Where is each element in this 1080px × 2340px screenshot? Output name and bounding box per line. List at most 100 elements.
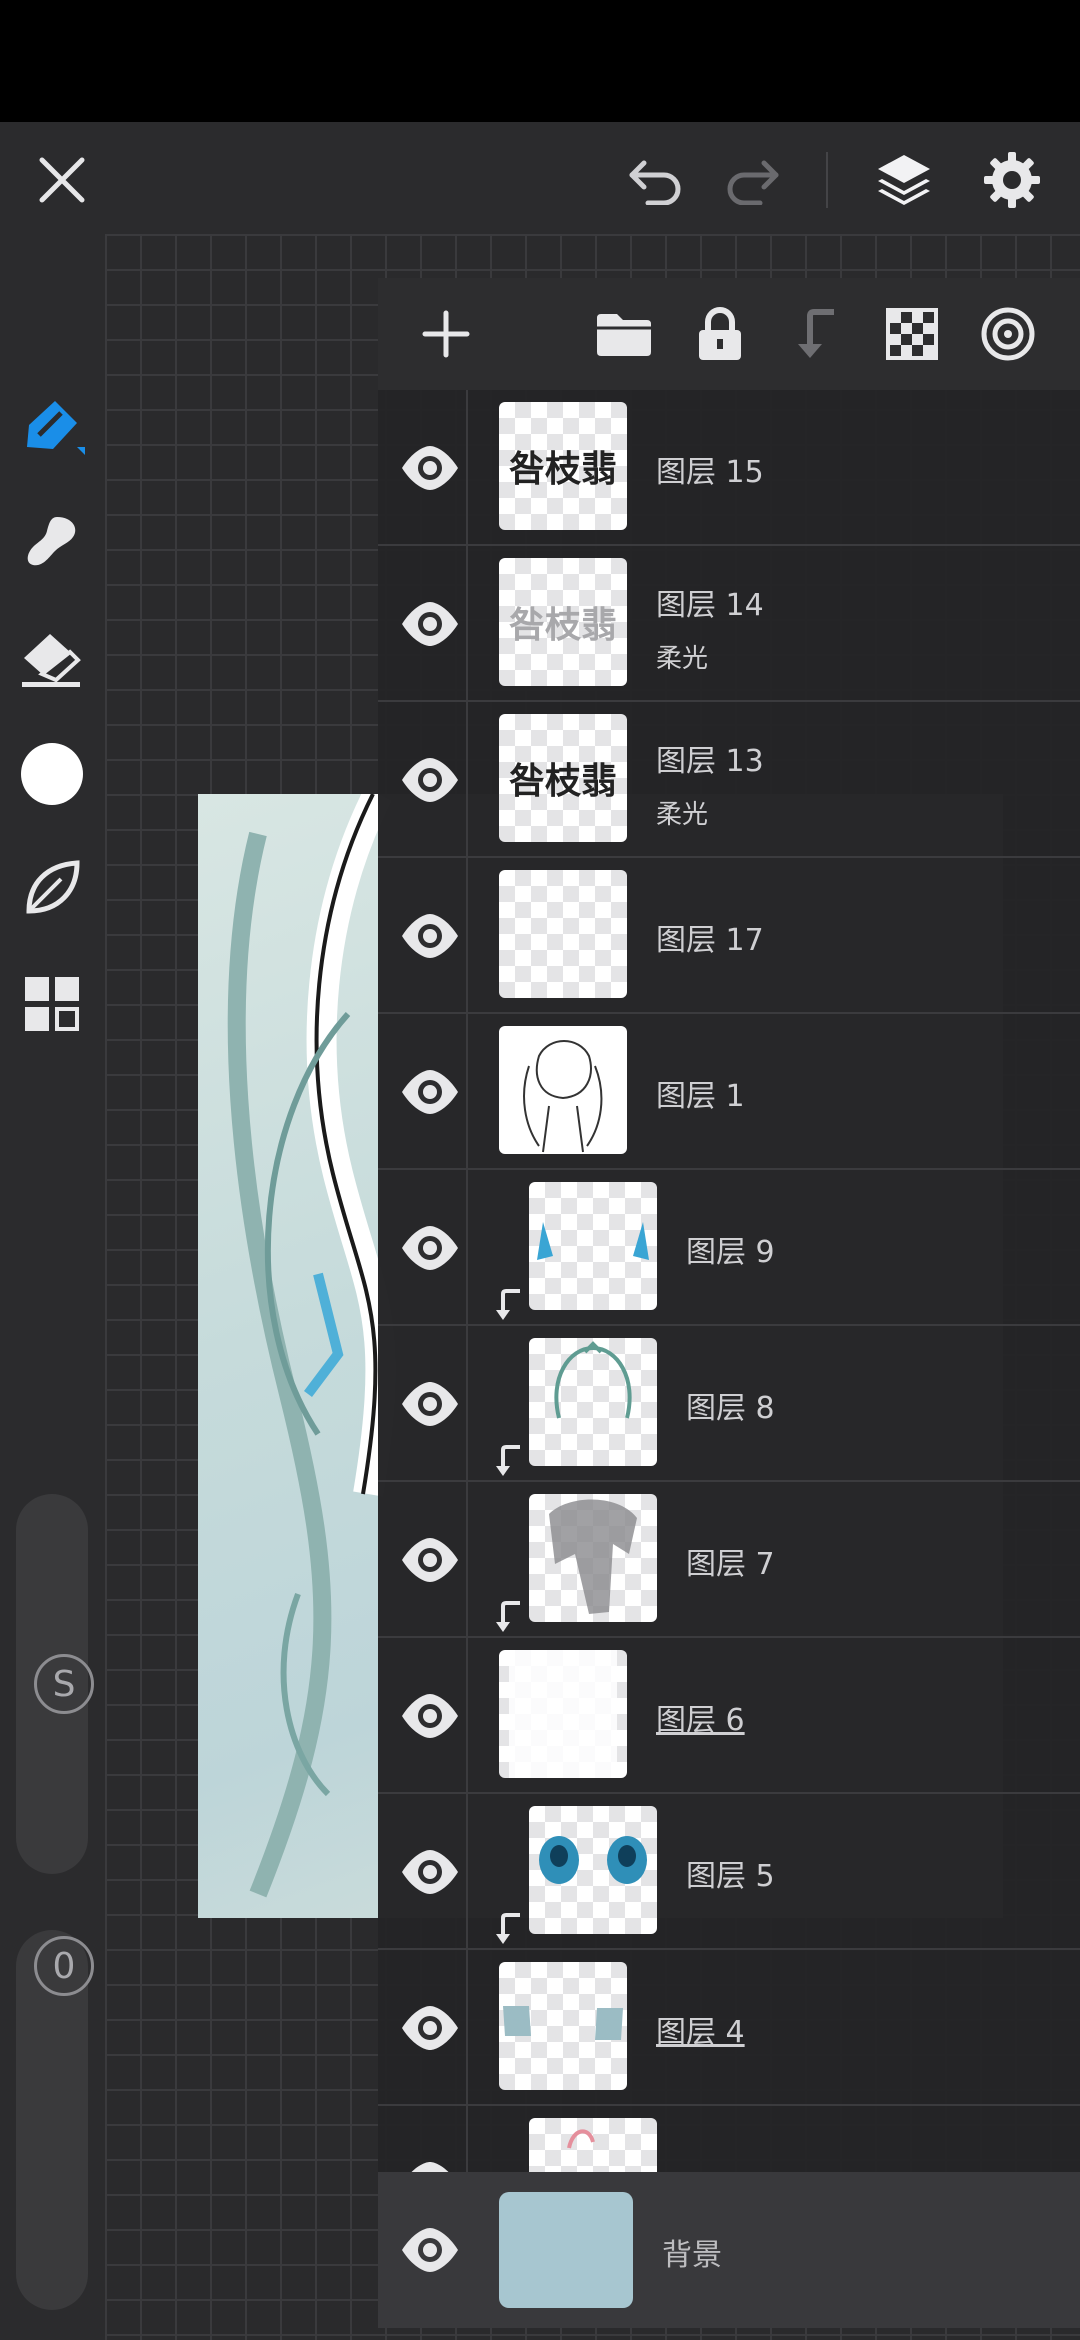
thumbnail-text: 咎枝翡 (508, 604, 617, 646)
clip-down-icon[interactable] (782, 300, 850, 368)
layer-thumbnail (499, 1962, 627, 2090)
close-icon[interactable] (30, 148, 94, 212)
layer-name: 图层 8 (686, 1391, 775, 1426)
clipping-arrow-icon (494, 1444, 524, 1478)
row-divider (466, 1014, 468, 1170)
visibility-eye-icon[interactable] (398, 2218, 462, 2282)
row-divider (466, 1326, 468, 1482)
clipping-arrow-icon (494, 1600, 524, 1634)
layer-row[interactable] (378, 2106, 1080, 2176)
size-label: S (34, 1654, 94, 1714)
visibility-eye-icon[interactable] (398, 1372, 462, 1436)
layer-row[interactable]: 咎枝翡 图层 13 柔光 (378, 702, 1080, 858)
row-divider (466, 1638, 468, 1794)
layer-row[interactable]: 图层 6 (378, 1638, 1080, 1794)
layer-name: 图层 4 (656, 2015, 745, 2050)
background-layer-row[interactable]: 背景 (378, 2172, 1080, 2328)
toolbar-divider (826, 152, 828, 208)
visibility-eye-icon[interactable] (398, 748, 462, 812)
layer-row[interactable]: 图层 9 (378, 1170, 1080, 1326)
row-divider (466, 702, 468, 858)
smudge-icon[interactable] (16, 506, 88, 578)
layers-icon[interactable] (870, 146, 938, 214)
thumbnail-text: 咎枝翡 (508, 448, 617, 490)
layer-row[interactable]: 咎枝翡 图层 15 (378, 390, 1080, 546)
layer-name: 图层 13 (656, 744, 764, 779)
blend-mode: 柔光 (656, 644, 709, 674)
settings-icon[interactable] (978, 146, 1046, 214)
thumbnail-text: 咎枝翡 (508, 760, 617, 802)
layer-list[interactable]: 咎枝翡 图层 15 咎枝翡 图层 14 柔光 咎枝翡 图层 13 柔光 图层 1… (378, 390, 1080, 2176)
row-divider (466, 2106, 468, 2176)
transparency-icon[interactable] (878, 300, 946, 368)
layer-thumbnail: 咎枝翡 (499, 714, 627, 842)
brush-size-slider[interactable]: S (16, 1494, 94, 1874)
row-divider (466, 1170, 468, 1326)
layer-name: 图层 15 (656, 455, 764, 490)
base-fill-thumbnail-icon (509, 1650, 617, 1778)
tool-rail: S 0 (0, 234, 105, 2340)
redo-icon[interactable] (720, 148, 784, 212)
layer-thumbnail (499, 1026, 627, 1154)
visibility-eye-icon[interactable] (398, 904, 462, 968)
brush-icon[interactable] (16, 394, 88, 466)
visibility-eye-icon[interactable] (398, 1684, 462, 1748)
accent-thumbnail-icon (567, 2129, 595, 2149)
clipping-arrow-icon (494, 1912, 524, 1946)
visibility-eye-icon[interactable] (398, 1840, 462, 1904)
blush-thumbnail-icon (503, 2006, 623, 2040)
status-bar (0, 0, 1080, 122)
layer-row[interactable]: 咎枝翡 图层 14 柔光 (378, 546, 1080, 702)
layer-name: 图层 5 (686, 1859, 775, 1894)
opacity-label: 0 (34, 1936, 94, 1996)
layer-row[interactable]: 图层 7 (378, 1482, 1080, 1638)
eye-color-thumbnail-icon (537, 1222, 649, 1260)
visibility-eye-icon[interactable] (398, 1216, 462, 1280)
row-divider (466, 1794, 468, 1950)
clipping-arrow-icon (494, 1288, 524, 1322)
layer-thumbnail (529, 2118, 657, 2176)
layer-row[interactable]: 图层 8 (378, 1326, 1080, 1482)
leaf-icon[interactable] (16, 852, 88, 924)
opacity-slider[interactable]: 0 (16, 1930, 94, 2310)
eraser-icon[interactable] (16, 622, 88, 694)
layer-thumbnail: 咎枝翡 (499, 402, 627, 530)
layer-thumbnail (529, 1182, 657, 1310)
current-color-swatch (21, 743, 83, 805)
visibility-eye-icon[interactable] (398, 1996, 462, 2060)
layer-row[interactable]: 图层 4 (378, 1950, 1080, 2106)
layer-row[interactable]: 图层 17 (378, 858, 1080, 1014)
layer-actions (378, 278, 1080, 390)
undo-icon[interactable] (624, 148, 688, 212)
layer-thumbnail (529, 1338, 657, 1466)
blend-mode: 柔光 (656, 800, 709, 830)
layer-name: 图层 7 (686, 1547, 775, 1582)
layer-thumbnail (499, 1650, 627, 1778)
target-icon[interactable] (974, 300, 1042, 368)
layer-name: 图层 9 (686, 1235, 775, 1270)
layer-thumbnail (529, 1494, 657, 1622)
drawing-app: S 0 咎枝翡 图层 15 咎枝翡 图层 14 柔光 咎枝翡 图层 13 柔光 … (0, 122, 1080, 2340)
visibility-eye-icon[interactable] (398, 592, 462, 656)
layer-row[interactable]: 图层 5 (378, 1794, 1080, 1950)
lock-icon[interactable] (686, 300, 754, 368)
layer-thumbnail (499, 870, 627, 998)
sketch-thumbnail-icon (523, 1040, 603, 1153)
shading-thumbnail-icon (549, 1499, 637, 1614)
layer-thumbnail (529, 1806, 657, 1934)
background-color-swatch[interactable] (499, 2192, 633, 2308)
add-layer-icon[interactable] (412, 300, 480, 368)
row-divider (466, 1950, 468, 2106)
visibility-eye-icon[interactable] (398, 1528, 462, 1592)
visibility-eye-icon[interactable] (398, 436, 462, 500)
layer-name: 图层 1 (656, 1079, 745, 1114)
row-divider (466, 1482, 468, 1638)
color-icon[interactable] (16, 738, 88, 810)
layer-panel: 咎枝翡 图层 15 咎枝翡 图层 14 柔光 咎枝翡 图层 13 柔光 图层 1… (378, 278, 1080, 2278)
layer-row[interactable]: 图层 1 (378, 1014, 1080, 1170)
layer-name: 图层 17 (656, 923, 764, 958)
grid-icon[interactable] (16, 968, 88, 1040)
folder-icon[interactable] (590, 300, 658, 368)
visibility-eye-icon[interactable] (398, 1060, 462, 1124)
background-layer-name: 背景 (662, 2238, 722, 2273)
